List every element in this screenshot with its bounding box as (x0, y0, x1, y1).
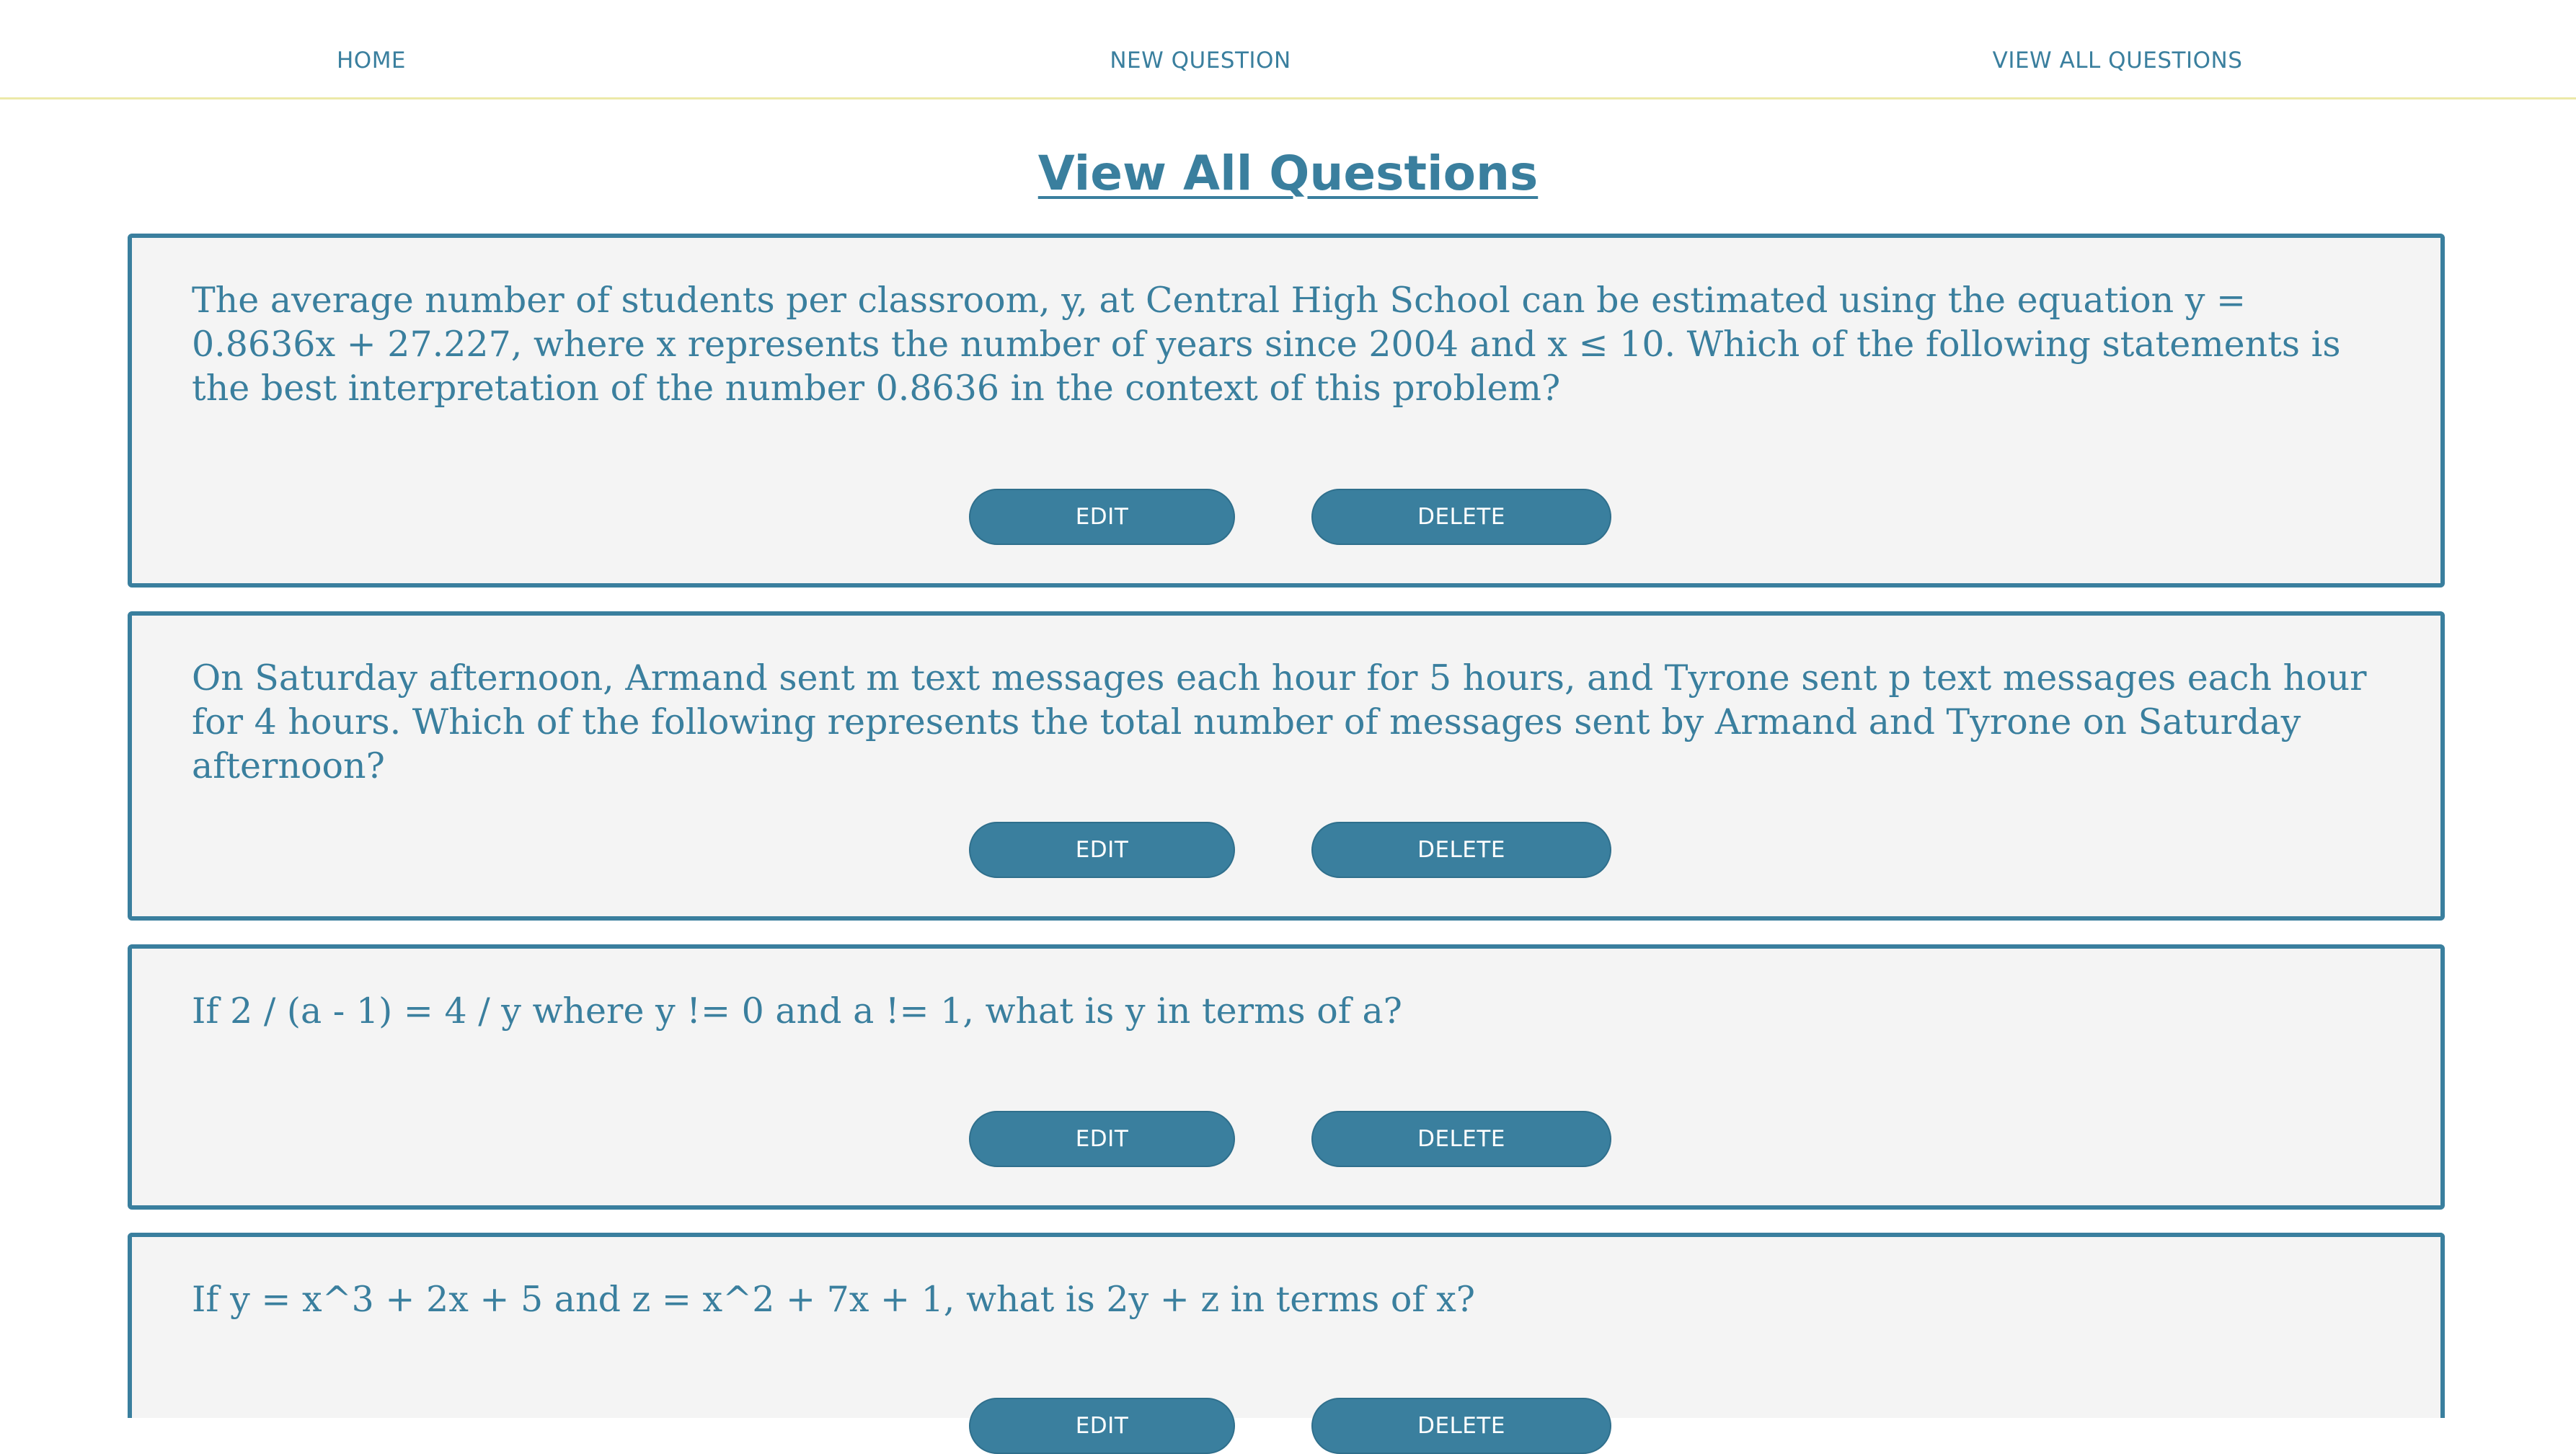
delete-button[interactable]: DELETE (1311, 822, 1611, 878)
edit-button[interactable]: EDIT (969, 1398, 1235, 1454)
page-title: View All Questions (1037, 146, 1539, 201)
nav-new-question-link[interactable]: NEW QUESTION (1110, 48, 1291, 74)
question-card: If 2 / (a - 1) = 4 / y where y != 0 and … (128, 944, 2445, 1210)
edit-button[interactable]: EDIT (969, 822, 1235, 878)
question-text: The average number of students per class… (192, 280, 2341, 409)
nav-home-link[interactable]: HOME (337, 48, 406, 74)
question-text: If 2 / (a - 1) = 4 / y where y != 0 and … (192, 990, 1402, 1032)
top-nav: HOME NEW QUESTION VIEW ALL QUESTIONS (0, 0, 2576, 99)
edit-button[interactable]: EDIT (969, 489, 1235, 545)
question-card: On Saturday afternoon, Armand sent m tex… (128, 611, 2445, 921)
delete-button[interactable]: DELETE (1311, 1398, 1611, 1454)
nav-view-all-questions-link[interactable]: VIEW ALL QUESTIONS (1993, 48, 2243, 74)
question-text: On Saturday afternoon, Armand sent m tex… (192, 657, 2367, 786)
question-card: If y = x^3 + 2x + 5 and z = x^2 + 7x + 1… (128, 1233, 2445, 1454)
edit-button[interactable]: EDIT (969, 1111, 1235, 1167)
delete-button[interactable]: DELETE (1311, 489, 1611, 545)
delete-button[interactable]: DELETE (1311, 1111, 1611, 1167)
question-text: If y = x^3 + 2x + 5 and z = x^2 + 7x + 1… (192, 1279, 1476, 1320)
question-card: The average number of students per class… (128, 234, 2445, 588)
